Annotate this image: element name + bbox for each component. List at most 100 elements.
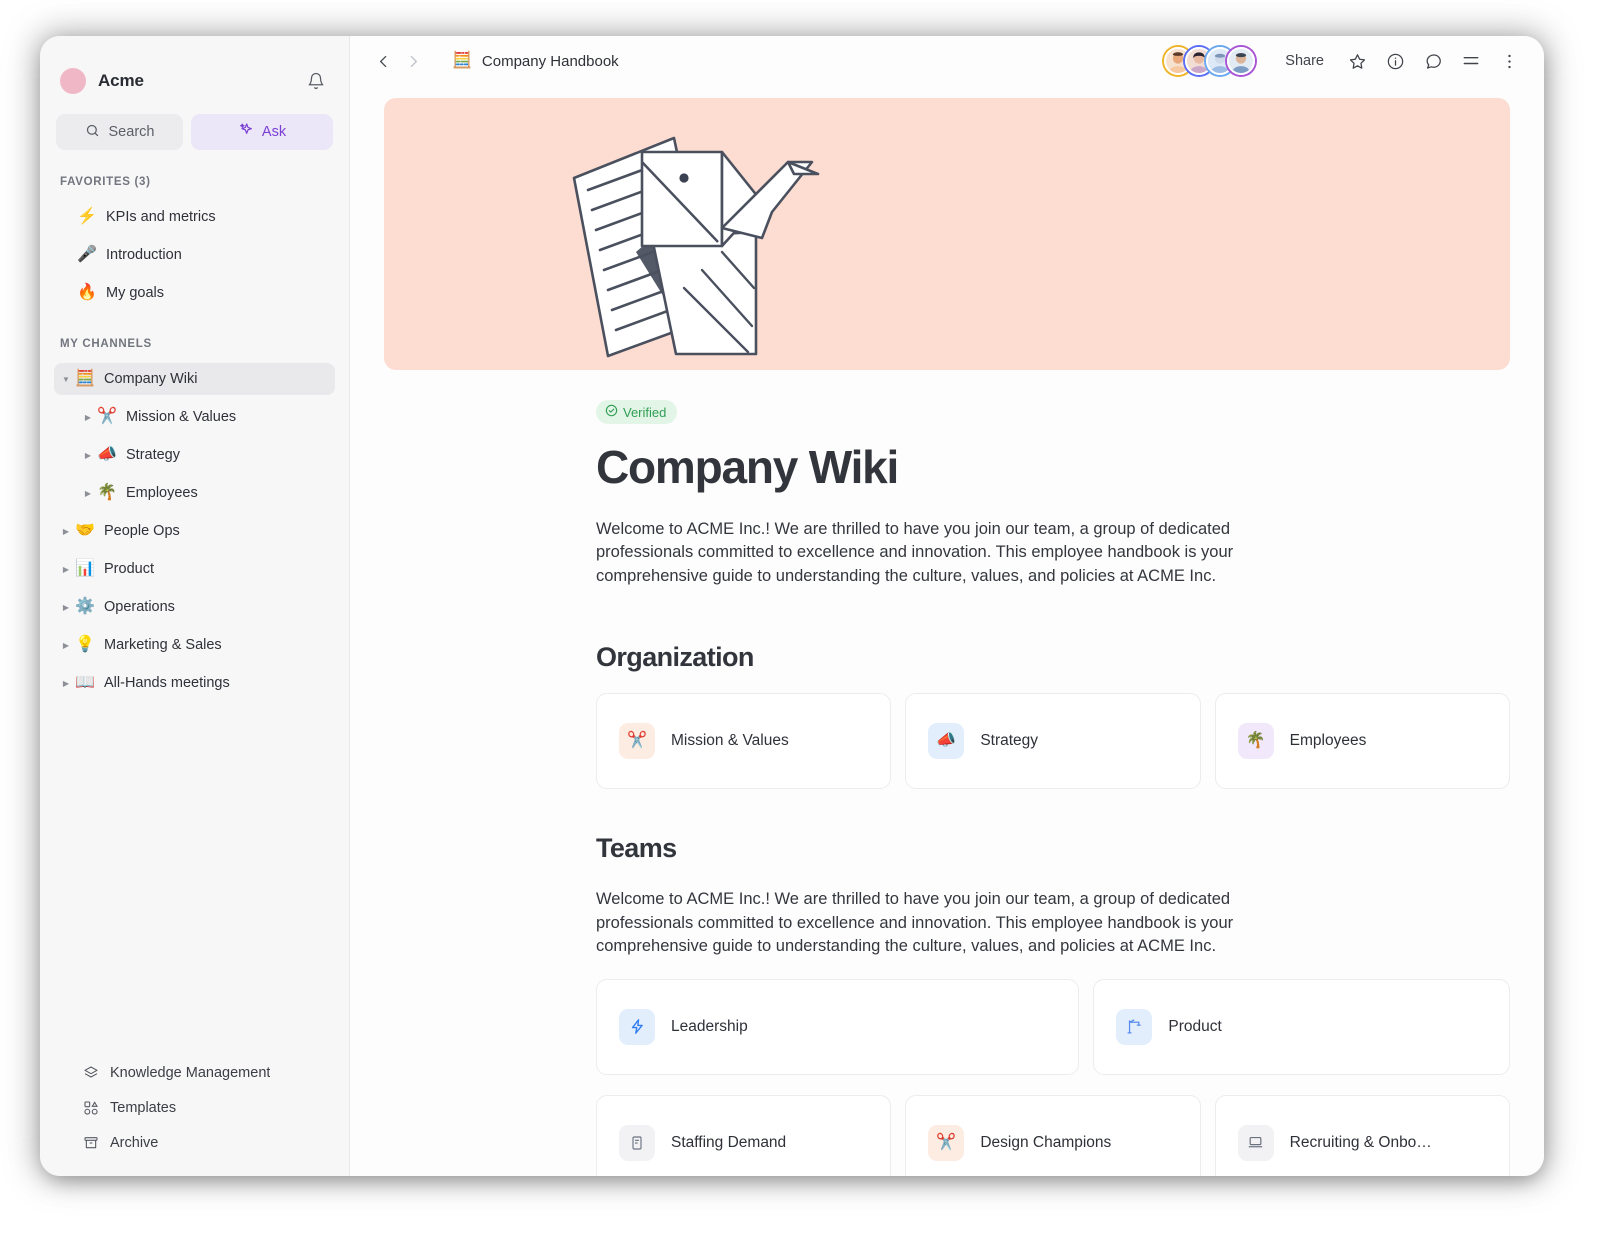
card-design-champions[interactable]: ✂️ Design Champions [905,1094,1201,1176]
collaborator-avatars [1164,47,1256,75]
sidebar-item-mission-and-values[interactable]: ▶ ✂️ Mission & Values [54,401,335,433]
search-label: Search [108,124,155,140]
sidebar-item-label: All-Hands meetings [104,675,230,691]
sidebar-item-people-ops[interactable]: ▶ 🤝 People Ops [54,515,335,547]
chevron-down-icon[interactable]: ▼ [58,375,74,384]
sidebar-header: Acme [40,36,349,100]
channels-section-label: MY CHANNELS [60,338,152,350]
lightning-bolt-icon [619,1008,655,1045]
page-cover-banner [384,98,1510,370]
search-button[interactable]: Search [56,114,183,150]
sidebar-item-knowledge-management[interactable]: Knowledge Management [58,1057,331,1089]
card-label: Employees [1289,732,1367,750]
origami-elephant-illustration [572,136,820,358]
sidebar-item-product[interactable]: ▶ 📊 Product [54,553,335,585]
info-icon[interactable] [1378,44,1412,78]
top-toolbar: 🧮 Company Handbook Share [350,36,1544,86]
breadcrumb-label: Company Handbook [481,52,619,70]
card-product[interactable]: Product [1093,978,1510,1075]
sidebar-item-all-hands-meetings[interactable]: ▶ 📖 All-Hands meetings [54,667,335,699]
sidebar-item-introduction[interactable]: 🎤 Introduction [54,239,335,271]
share-button[interactable]: Share [1273,47,1336,75]
desktop-background: Acme Search Ask FAVORITES (3) ⚡ KPIs and… [0,0,1600,1246]
bell-icon[interactable] [303,68,329,94]
chevron-right-icon[interactable]: ▶ [80,451,96,460]
sidebar-item-label: Company Wiki [104,371,198,387]
more-vertical-icon[interactable] [1492,44,1526,78]
menu-lines-icon[interactable] [1454,44,1488,78]
chevron-right-icon[interactable]: ▶ [58,565,74,574]
teams-card-row-2: Staffing Demand ✂️ Design Champions Recr… [596,1094,1510,1176]
breadcrumb[interactable]: 🧮 Company Handbook [452,53,619,70]
sidebar-item-kpis-and-metrics[interactable]: ⚡ KPIs and metrics [54,201,335,233]
status-badge[interactable]: Verified [596,400,678,424]
lightning-bolt-icon: ⚡ [77,208,97,225]
chevron-right-icon[interactable]: ▶ [80,489,96,498]
toolbar-actions: Share [1164,44,1526,78]
sidebar-item-marketing-and-sales[interactable]: ▶ 💡 Marketing & Sales [54,629,335,661]
document-scroll-area[interactable]: Verified Company Wiki Welcome to ACME In… [350,86,1544,1176]
check-circle-icon [605,404,618,420]
laptop-icon [1237,1124,1274,1161]
card-leadership[interactable]: Leadership [596,978,1080,1075]
app-window: Acme Search Ask FAVORITES (3) ⚡ KPIs and… [40,36,1544,1176]
document-inner: Verified Company Wiki Welcome to ACME In… [596,370,1510,1176]
chevron-left-icon[interactable] [368,46,398,76]
sidebar-footer: Knowledge Management Templates Archive [40,1054,349,1162]
card-staffing-demand[interactable]: Staffing Demand [596,1094,892,1176]
card-mission-and-values[interactable]: ✂️ Mission & Values [596,693,892,790]
sidebar-item-label: Operations [104,599,175,615]
status-badge-label: Verified [623,404,667,420]
page-intro-paragraph: Welcome to ACME Inc.! We are thrilled to… [596,520,1234,585]
sparkle-icon [238,122,254,142]
favorites-section-label: FAVORITES (3) [60,176,151,188]
sidebar-item-employees[interactable]: ▶ 🌴 Employees [54,477,335,509]
abacus-icon: 🧮 [75,370,95,387]
sidebar-item-company-wiki[interactable]: ▼ 🧮 Company Wiki [54,363,335,395]
sidebar-item-my-goals[interactable]: 🔥 My goals [54,277,335,309]
scissors-icon: ✂️ [97,408,117,425]
chevron-right-icon[interactable]: ▶ [58,641,74,650]
sidebar-item-templates[interactable]: Templates [58,1092,331,1124]
fire-icon: 🔥 [77,284,97,301]
avatar[interactable] [1227,47,1256,75]
sidebar-item-label: Archive [110,1135,159,1151]
card-recruiting-and-onboarding[interactable]: Recruiting & Onbo… [1214,1094,1510,1176]
chevron-right-icon[interactable]: ▶ [58,603,74,612]
chevron-right-icon[interactable]: ▶ [58,527,74,536]
card-label: Mission & Values [671,732,789,750]
open-book-icon: 📖 [75,674,95,691]
card-employees[interactable]: 🌴 Employees [1214,693,1510,790]
workspace-name: Acme [98,71,144,90]
main-content: 🧮 Company Handbook Share Verified Compan… [350,36,1544,1176]
archive-box-icon [80,1135,102,1151]
megaphone-icon: 📣 [97,446,117,463]
ask-label: Ask [261,124,287,140]
sidebar-item-label: Strategy [126,447,180,463]
star-icon[interactable] [1340,44,1374,78]
card-strategy[interactable]: 📣 Strategy [905,693,1201,790]
microphone-icon: 🎤 [77,246,97,263]
teams-card-row-1: Leadership Product [596,978,1510,1075]
sidebar-item-label: Employees [126,485,198,501]
page-title: Company Wiki [596,441,899,493]
workspace-avatar[interactable] [60,68,86,94]
comment-icon[interactable] [1416,44,1450,78]
sidebar-item-operations[interactable]: ▶ ⚙️ Operations [54,591,335,623]
document-icon [619,1124,655,1161]
sidebar-item-label: My goals [106,285,165,301]
card-label: Design Champions [980,1133,1112,1151]
lightbulb-icon: 💡 [75,636,95,653]
megaphone-icon: 📣 [928,723,965,760]
sidebar-item-label: KPIs and metrics [106,209,216,225]
handshake-icon: 🤝 [75,522,95,539]
gear-sun-icon: ⚙️ [75,598,95,615]
chevron-right-icon[interactable] [398,46,428,76]
sidebar-item-archive[interactable]: Archive [58,1127,331,1159]
sidebar-item-strategy[interactable]: ▶ 📣 Strategy [54,439,335,471]
card-label: Staffing Demand [671,1133,787,1151]
chevron-right-icon[interactable]: ▶ [80,413,96,422]
ask-button[interactable]: Ask [191,114,333,150]
sidebar-item-label: Marketing & Sales [104,637,222,653]
chevron-right-icon[interactable]: ▶ [58,679,74,688]
